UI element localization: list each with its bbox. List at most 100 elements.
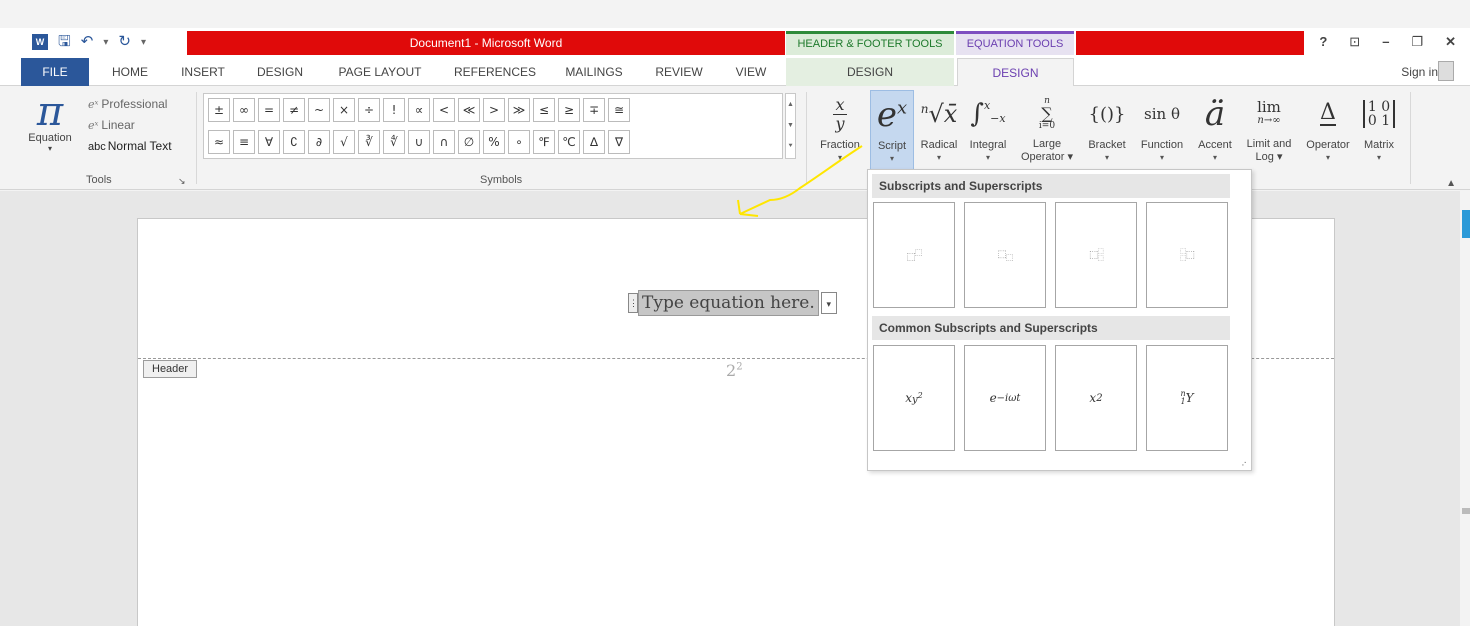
tools-launcher-icon[interactable]: ↘ [178, 176, 186, 187]
symbol-button[interactable]: ! [383, 98, 405, 122]
large-operator-button[interactable]: n ∑ i=0 Large Operator ▾ [1014, 90, 1080, 164]
symbol-button[interactable]: ~ [308, 98, 330, 122]
vertical-scrollbar[interactable] [1460, 191, 1470, 626]
header-equation-value[interactable]: 22 [726, 361, 743, 380]
symbol-button[interactable]: ≫ [508, 98, 530, 122]
word-window: W 🖫 ↶ ▾ ↻ ▾ Document1 - Microsoft Word H… [0, 0, 1470, 626]
account-avatar[interactable] [1438, 61, 1454, 81]
symbol-button[interactable]: ℃ [558, 130, 580, 154]
x-squared-template[interactable]: x2 [1055, 345, 1137, 451]
symbol-button[interactable]: ∪ [408, 130, 430, 154]
symbol-button[interactable]: ≥ [558, 98, 580, 122]
subscript-template[interactable]: ⬚⬚ [964, 202, 1046, 308]
tab-view[interactable]: VIEW [728, 58, 774, 86]
radical-button[interactable]: n√x̄ Radical ▾ [916, 90, 962, 163]
symbol-button[interactable]: ∩ [433, 130, 455, 154]
symbol-button[interactable]: = [258, 98, 280, 122]
tab-mailings[interactable]: MAILINGS [560, 58, 628, 86]
help-icon[interactable]: ? [1319, 34, 1327, 50]
equation-input[interactable]: Type equation here. [638, 290, 819, 316]
x-sub-y-squared-template[interactable]: x y2 [873, 345, 955, 451]
fraction-button[interactable]: xy Fraction ▾ [814, 90, 866, 163]
equation-options-dropdown[interactable]: ▾ [820, 292, 837, 314]
linear-button[interactable]: eˣ Linear [88, 115, 172, 136]
symbol-button[interactable]: ∁ [283, 130, 305, 154]
sign-in-link[interactable]: Sign in [1401, 65, 1438, 79]
equation-button[interactable]: π Equation ▾ [28, 92, 72, 153]
tab-review[interactable]: REVIEW [650, 58, 708, 86]
symbol-button[interactable]: > [483, 98, 505, 122]
symbol-button[interactable]: ℉ [533, 130, 555, 154]
word-app-icon[interactable]: W [32, 34, 48, 50]
symbols-group-label: Symbols [480, 174, 523, 186]
symbol-button[interactable]: % [483, 130, 505, 154]
symbols-scroll[interactable]: ▲ ▼ ⯆ [785, 93, 796, 159]
save-icon[interactable]: 🖫 [58, 34, 71, 50]
limit-and-log-button[interactable]: lim n→∞ Limit and Log ▾ [1238, 90, 1300, 164]
symbol-button[interactable]: ≠ [283, 98, 305, 122]
symbol-button[interactable]: ∀ [258, 130, 280, 154]
tab-file[interactable]: FILE [21, 58, 89, 86]
integral-button[interactable]: ∫x−x Integral ▾ [962, 90, 1014, 163]
symbol-button[interactable]: ≪ [458, 98, 480, 122]
symbol-button[interactable]: √ [333, 130, 355, 154]
resize-grip-icon[interactable]: ⠔ [1241, 459, 1247, 468]
normal-text-button[interactable]: abc Normal Text [88, 136, 172, 158]
scroll-down-icon[interactable]: ▼ [787, 122, 794, 129]
script-button[interactable]: ex Script ▾ [870, 90, 914, 174]
header-tag[interactable]: Header [143, 360, 198, 378]
minimize-icon[interactable]: – [1382, 34, 1389, 50]
undo-dropdown-icon[interactable]: ▾ [103, 37, 108, 48]
matrix-button[interactable]: 1 00 1 Matrix ▾ [1356, 90, 1402, 163]
symbol-button[interactable]: ∂ [308, 130, 330, 154]
more-symbols-icon[interactable]: ⯆ [788, 143, 794, 151]
symbol-button[interactable]: ≡ [233, 130, 255, 154]
tab-equation-design[interactable]: DESIGN [957, 58, 1074, 87]
sub-superscript-template[interactable]: ⬚⬚ ⬚ [1055, 202, 1137, 308]
symbol-button[interactable]: < [433, 98, 455, 122]
tab-page-layout[interactable]: PAGE LAYOUT [330, 58, 430, 86]
symbol-button[interactable]: ∛ [358, 130, 380, 154]
function-button[interactable]: sin θ Function ▾ [1134, 90, 1190, 163]
scroll-thumb[interactable] [1462, 210, 1470, 238]
symbol-button[interactable]: ∝ [408, 98, 430, 122]
collapse-ribbon-icon[interactable]: ▲ [1446, 178, 1456, 189]
e-power-template[interactable]: e −iωt [964, 345, 1046, 451]
redo-icon[interactable]: ↻ [118, 34, 131, 50]
context-equation-tools: EQUATION TOOLS [956, 31, 1074, 55]
tab-home[interactable]: HOME [107, 58, 153, 86]
symbol-button[interactable]: ÷ [358, 98, 380, 122]
symbol-button[interactable]: ≅ [608, 98, 630, 122]
scroll-up-icon[interactable]: ▲ [787, 101, 794, 108]
symbol-button[interactable]: ∆ [583, 130, 605, 154]
professional-button[interactable]: eˣ Professional [88, 94, 172, 115]
customize-qat-icon[interactable]: ▾ [141, 37, 146, 48]
symbol-button[interactable]: ∜ [383, 130, 405, 154]
accent-button[interactable]: ä Accent ▾ [1192, 90, 1238, 163]
symbol-button[interactable]: × [333, 98, 355, 122]
symbol-button[interactable]: ∇ [608, 130, 630, 154]
chevron-down-icon: ▾ [837, 153, 842, 162]
maximize-icon[interactable]: ❐ [1411, 34, 1423, 50]
equation-handle-icon[interactable]: ⋮ [628, 293, 638, 313]
close-icon[interactable]: ✕ [1445, 34, 1456, 50]
symbol-button[interactable]: ∞ [233, 98, 255, 122]
symbol-button[interactable]: ≈ [208, 130, 230, 154]
tab-header-footer-design[interactable]: DESIGN [786, 58, 954, 86]
operator-button[interactable]: Δ Operator ▾ [1300, 90, 1356, 163]
superscript-template[interactable]: ⬚⬚ [873, 202, 955, 308]
symbol-button[interactable]: ∓ [583, 98, 605, 122]
tab-references[interactable]: REFERENCES [450, 58, 540, 86]
symbol-button[interactable]: ≤ [533, 98, 555, 122]
equation-container[interactable]: ⋮ Type equation here. ▾ [628, 289, 837, 317]
symbol-button[interactable]: ∅ [458, 130, 480, 154]
undo-icon[interactable]: ↶ [81, 34, 94, 50]
symbol-button[interactable]: ± [208, 98, 230, 122]
prescript-y-template[interactable]: n1Y [1146, 345, 1228, 451]
tab-design[interactable]: DESIGN [254, 58, 306, 86]
bracket-button[interactable]: {()} Bracket ▾ [1082, 90, 1132, 163]
ribbon-display-options-icon[interactable]: ⊡ [1349, 34, 1360, 50]
left-sub-superscript-template[interactable]: ⬚ ⬚⬚ [1146, 202, 1228, 308]
tab-insert[interactable]: INSERT [178, 58, 228, 86]
symbol-button[interactable]: ∘ [508, 130, 530, 154]
